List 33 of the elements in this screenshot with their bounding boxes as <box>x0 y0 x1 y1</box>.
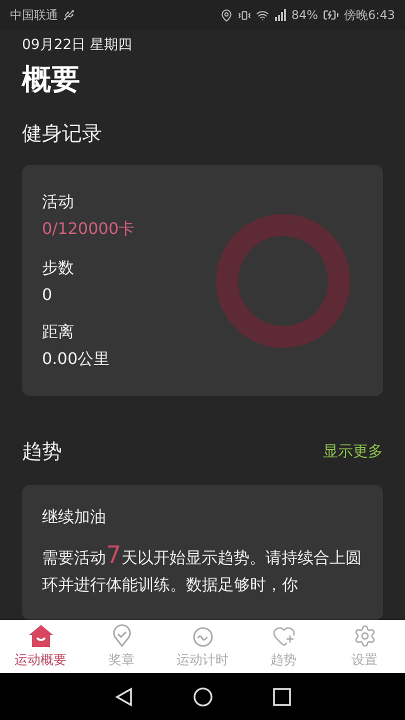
wifi-icon <box>256 8 270 22</box>
stat-label: 步数 <box>42 258 75 278</box>
battery-percent: 84% <box>291 8 318 22</box>
tab[interactable]: 奖章 <box>81 620 162 673</box>
clock-time: 傍晚6:43 <box>344 6 395 24</box>
location-icon <box>220 8 234 22</box>
heart-plus-icon <box>272 624 296 648</box>
home-icon[interactable] <box>192 686 212 706</box>
show-more-link[interactable]: 显示更多 <box>323 442 383 461</box>
recents-icon[interactable] <box>272 688 290 706</box>
stat-value: 0.00公里 <box>42 348 111 370</box>
tab[interactable]: 运动计时 <box>162 620 243 673</box>
tab[interactable]: 趋势 <box>243 620 324 673</box>
signal-icon <box>274 9 286 21</box>
house-icon <box>28 624 54 648</box>
trend-message: 需要活动7天以开始显示趋势。请持续合上圆环并进行体能训练。数据足够时，你 <box>42 542 362 596</box>
stat-label: 距离 <box>42 322 75 342</box>
settings-icon <box>352 624 376 648</box>
carrier-name: 中国联通 <box>10 6 58 24</box>
back-icon[interactable] <box>114 686 132 706</box>
stat-value: 0 <box>42 284 54 304</box>
section-heading: 趋势 <box>22 438 62 465</box>
tab[interactable]: 运动概要 <box>0 620 81 673</box>
card-title: 继续加油 <box>42 507 107 528</box>
wave-icon <box>190 624 214 648</box>
stat-value: 0/120000卡 <box>42 218 135 240</box>
section-heading: 健身记录 <box>22 120 103 147</box>
usb-icon <box>63 9 75 21</box>
vibrate-icon <box>238 8 252 22</box>
stat-label: 活动 <box>42 192 75 212</box>
date-label: 09月22日 星期四 <box>22 36 134 54</box>
tab[interactable]: 设置 <box>324 620 405 673</box>
page-title: 概要 <box>22 61 81 98</box>
